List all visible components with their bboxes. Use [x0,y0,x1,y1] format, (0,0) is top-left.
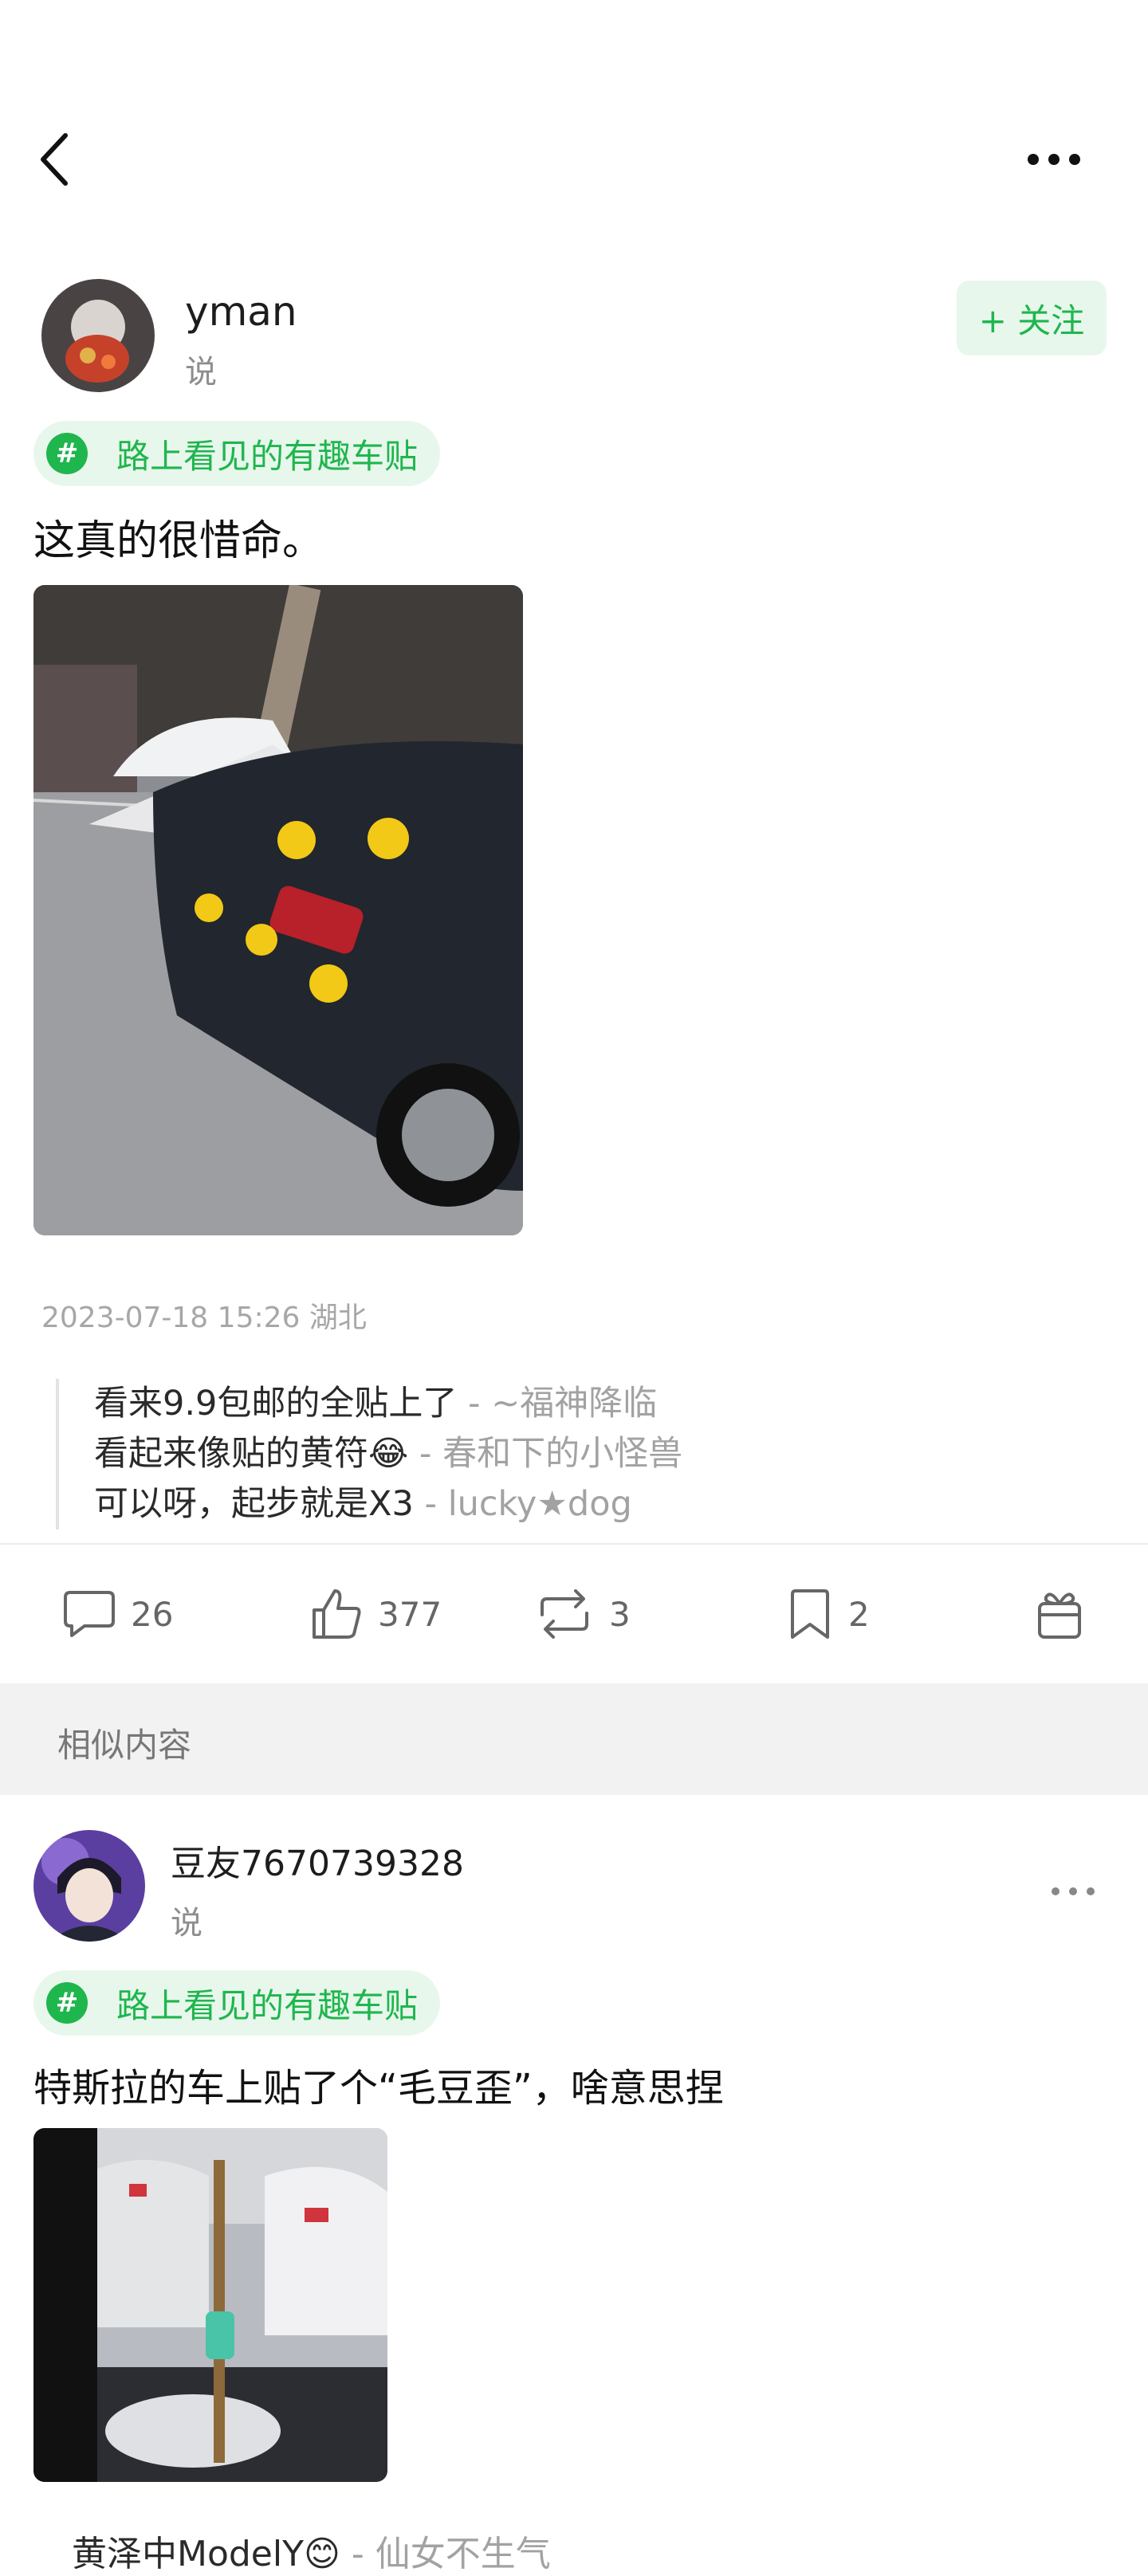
similar-more-button[interactable] [1041,1879,1105,1903]
author-subtitle: 说 [185,354,217,391]
comment-author: lucky★dog [447,1484,632,1524]
like-button[interactable]: 377 [308,1586,442,1642]
comment-icon [64,1591,115,1637]
similar-author-name[interactable]: 豆友7670739328 [171,1835,464,1886]
more-dots-icon [1052,1887,1095,1895]
comment-button[interactable]: 26 [61,1586,173,1642]
topic-tag[interactable]: # 路上看见的有趣车贴 [33,421,441,486]
similar-post-text: 特斯拉的车上贴了个“毛豆歪”，啥意思捏 [33,2066,724,2111]
author-avatar[interactable] [41,279,155,392]
similar-author-avatar[interactable] [33,1830,145,1942]
similar-author-subtitle: 说 [171,1905,202,1942]
comment-line[interactable]: 可以呀，起步就是X3 - lucky★dog [94,1479,1130,1530]
chevron-left-icon [41,133,68,186]
comment-author: 仙女不生气 [375,2534,551,2574]
bookmark-icon [791,1589,829,1639]
repost-button[interactable]: 3 [533,1586,631,1642]
bookmark-button[interactable]: 2 [784,1586,870,1642]
hashtag-icon: # [46,1982,88,2024]
comment-author: 春和下的小怪兽 [442,1434,683,1474]
more-dots-icon [1028,154,1080,165]
topic-label: 路上看见的有趣车贴 [116,436,419,476]
topic-label: 路上看见的有趣车贴 [116,1985,419,2025]
hashtag-icon: # [46,433,88,474]
gift-button[interactable] [1032,1586,1087,1642]
repost-count: 3 [609,1594,631,1634]
similar-topic-tag[interactable]: # 路上看见的有趣车贴 [33,1970,441,2036]
follow-button[interactable]: + 关注 [957,281,1107,355]
author-name[interactable]: yman [185,289,297,335]
like-icon [313,1589,361,1639]
comment-author: ~福神降临 [491,1384,658,1423]
gift-icon [1038,1592,1081,1639]
post-image[interactable] [33,585,523,1235]
similar-post-image[interactable] [33,2128,387,2482]
similar-comment-line[interactable]: 黄泽中ModelY😊 - 仙女不生气 [72,2525,551,2576]
post-text: 这真的很惜命。 [33,517,324,565]
back-button[interactable] [32,128,80,191]
comment-line[interactable]: 看起来像贴的黄符😂 - 春和下的小怪兽 [94,1429,1130,1479]
hot-comments[interactable]: 看来9.9包邮的全贴上了 - ~福神降临 看起来像贴的黄符😂 - 春和下的小怪兽… [56,1379,1130,1530]
similar-section-title: 相似内容 [57,1726,192,1765]
post-timestamp: 2023-07-18 15:26 [41,1302,301,1334]
divider [0,1543,1148,1545]
more-options-button[interactable] [1022,143,1086,175]
like-count: 377 [378,1594,442,1634]
comment-line[interactable]: 看来9.9包邮的全贴上了 - ~福神降临 [94,1379,1130,1429]
post-meta: 2023-07-18 15:26 湖北 [41,1294,367,1336]
bookmark-count: 2 [848,1594,870,1634]
comment-count: 26 [131,1594,174,1634]
repost-icon [541,1589,588,1639]
post-location: 湖北 [309,1302,367,1334]
